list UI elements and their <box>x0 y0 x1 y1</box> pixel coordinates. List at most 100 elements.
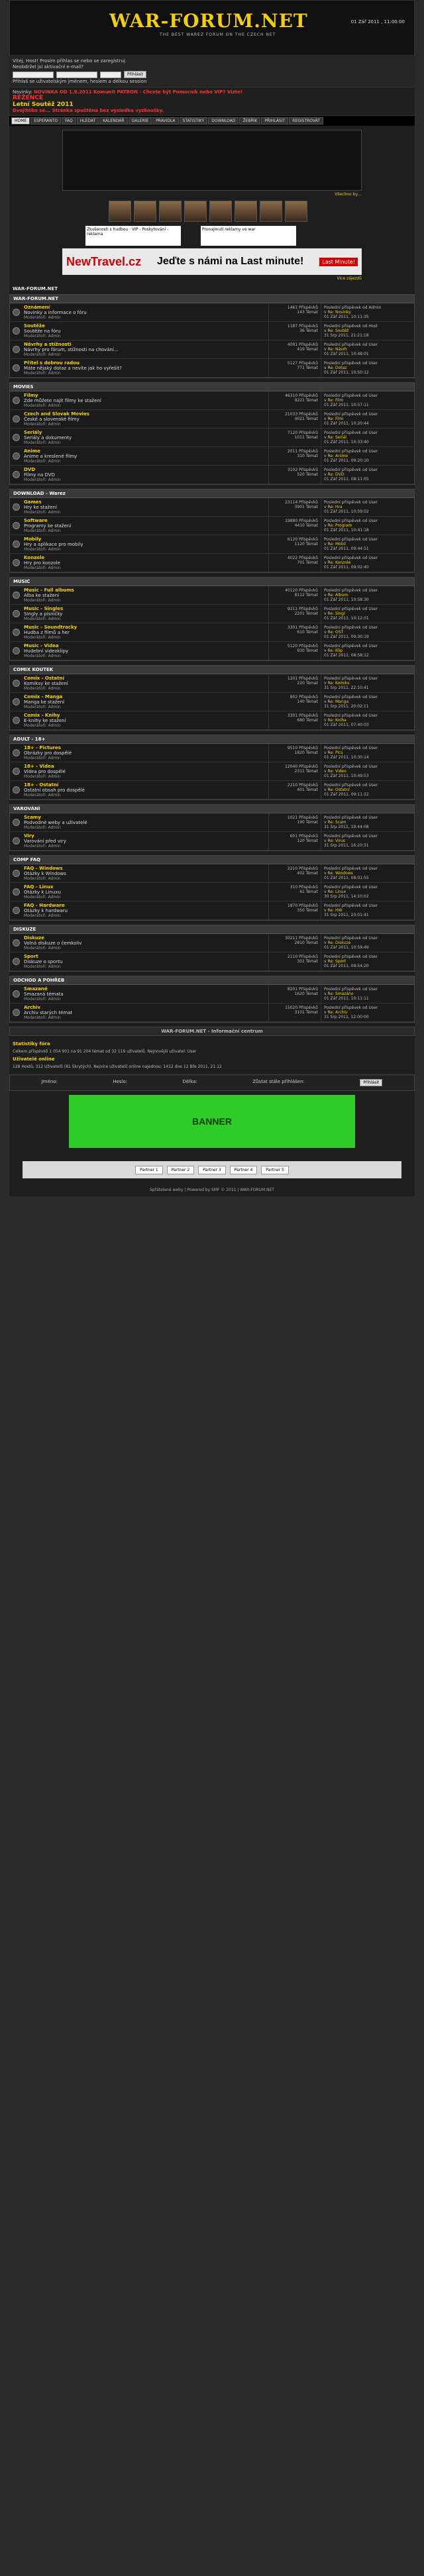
nav-login[interactable]: PŘIHLÁSIT <box>261 117 289 125</box>
forum-name[interactable]: Music - Singles <box>24 606 266 611</box>
last-post-author[interactable]: Poslední příspěvek od Admin <box>324 305 411 310</box>
thumbnail[interactable] <box>159 201 182 222</box>
forum-moderators[interactable]: Moderátoři: Admin <box>24 635 266 640</box>
last-post-topic[interactable]: v Re: Smazáno <box>324 992 411 996</box>
forum-moderators[interactable]: Moderátoři: Admin <box>24 997 266 1002</box>
forum-name[interactable]: Mobily <box>24 537 266 542</box>
forum-name[interactable]: Music - Videa <box>24 643 266 648</box>
contest-title[interactable]: Letní Soutěž 2011 <box>13 101 411 108</box>
last-post-topic[interactable]: v Re: Diskuze <box>324 941 411 945</box>
partner-logo[interactable]: Partner 2 <box>166 1165 195 1174</box>
forum-name[interactable]: Music - Full albums <box>24 588 266 593</box>
nav-esperanto[interactable]: ESPERANTO <box>30 117 62 125</box>
thumbnail[interactable] <box>285 201 307 222</box>
nav-register[interactable]: REGISTROVAT <box>289 117 323 125</box>
forum-name[interactable]: FAQ - Windows <box>24 866 266 871</box>
forum-name[interactable]: Games <box>24 499 266 505</box>
last-post-author[interactable]: Poslední příspěvek od User <box>324 361 411 366</box>
forum-moderators[interactable]: Moderátoři: Admin <box>24 1015 266 1020</box>
last-post-author[interactable]: Poslední příspěvek od User <box>324 746 411 750</box>
forum-name[interactable]: Seriály <box>24 430 266 435</box>
forum-moderators[interactable]: Moderátoři: Admin <box>24 946 266 951</box>
last-post-topic[interactable]: v Re: Program <box>324 523 411 528</box>
last-post-author[interactable]: Poslední příspěvek od User <box>324 954 411 959</box>
category-title[interactable]: DISKUZE <box>10 925 414 934</box>
forum-name[interactable]: Konzole <box>24 555 266 560</box>
category-title[interactable]: COMP FAQ <box>10 856 414 864</box>
last-post-topic[interactable]: v Re: HW <box>324 908 411 913</box>
last-post-author[interactable]: Poslední příspěvek od User <box>324 342 411 347</box>
forum-name[interactable]: Czech and Slovak Movies <box>24 411 266 417</box>
travel-banner[interactable]: NewTravel.cz Jeďte s námi na Last minute… <box>62 248 362 275</box>
forum-moderators[interactable]: Moderátoři: Admin <box>24 529 266 533</box>
forum-moderators[interactable]: Moderátoři: Admin <box>24 440 266 445</box>
last-post-author[interactable]: Poslední příspěvek od Host <box>324 324 411 329</box>
last-post-author[interactable]: Poslední příspěvek od User <box>324 783 411 788</box>
last-post-author[interactable]: Poslední příspěvek od User <box>324 556 411 560</box>
forum-moderators[interactable]: Moderátoři: Admin <box>24 422 266 427</box>
last-post-author[interactable]: Poslední příspěvek od User <box>324 1005 411 1010</box>
last-post-author[interactable]: Poslední příspěvek od User <box>324 519 411 523</box>
last-post-author[interactable]: Poslední příspěvek od User <box>324 431 411 435</box>
last-post-author[interactable]: Poslední příspěvek od User <box>324 695 411 699</box>
last-post-topic[interactable]: v Re: Novinky <box>324 310 411 315</box>
last-post-author[interactable]: Poslední příspěvek od User <box>324 607 411 611</box>
remember-me-label[interactable]: Zůstat stále přihlášen: <box>252 1079 305 1086</box>
last-post-author[interactable]: Poslední příspěvek od User <box>324 764 411 769</box>
last-post-topic[interactable]: v Re: Scam <box>324 820 411 825</box>
last-post-topic[interactable]: v Re: Film <box>324 417 411 421</box>
last-post-author[interactable]: Poslední příspěvek od User <box>324 676 411 681</box>
nav-calendar[interactable]: KALENDÁŘ <box>99 117 128 125</box>
forum-moderators[interactable]: Moderátoři: Admin <box>24 403 266 408</box>
session-length-select[interactable] <box>100 71 121 78</box>
last-post-topic[interactable]: v Re: Video <box>324 769 411 774</box>
forum-name[interactable]: Comix - Ostatní <box>24 676 266 681</box>
category-title[interactable]: ODCHOD A POHŘEB <box>10 976 414 985</box>
forum-name[interactable]: Comix - Manga <box>24 694 266 699</box>
forum-moderators[interactable]: Moderátoři: Admin <box>24 876 266 881</box>
banner-more-link[interactable]: Více zájezdů <box>62 276 362 281</box>
last-post-topic[interactable]: v Re: Návrh <box>324 347 411 352</box>
last-post-topic[interactable]: v Re: Film <box>324 398 411 403</box>
last-post-author[interactable]: Poslední příspěvek od User <box>324 393 411 398</box>
thumbnail[interactable] <box>235 201 257 222</box>
last-post-author[interactable]: Poslední příspěvek od User <box>324 834 411 839</box>
last-post-author[interactable]: Poslední příspěvek od User <box>324 625 411 630</box>
partner-logo[interactable]: Partner 1 <box>135 1165 163 1174</box>
category-title[interactable]: DOWNLOAD - Warez <box>10 489 414 498</box>
breadcrumb[interactable]: WAR-FORUM.NET <box>9 281 415 294</box>
category-title[interactable]: COMIX KOUTEK <box>10 666 414 674</box>
last-post-topic[interactable]: v Re: Kniha <box>324 718 411 723</box>
last-post-topic[interactable]: v Re: Seriál <box>324 435 411 440</box>
last-post-topic[interactable]: v Re: Pics <box>324 750 411 755</box>
last-post-author[interactable]: Poslední příspěvek od User <box>324 866 411 871</box>
text-ad[interactable]: Pronajmutí reklamy ve war <box>201 226 296 246</box>
last-post-topic[interactable]: v Re: Manga <box>324 699 411 704</box>
nav-rules[interactable]: PRAVIDLA <box>152 117 179 125</box>
thumbnail[interactable] <box>109 201 131 222</box>
last-post-topic[interactable]: v Re: Singl <box>324 611 411 616</box>
forum-name[interactable]: Software <box>24 518 266 523</box>
forum-moderators[interactable]: Moderátoři: Admin <box>24 686 266 691</box>
site-logo[interactable]: WAR-FORUM.NET <box>109 10 308 32</box>
news-text[interactable]: NOVINKA OD 1.9.2011 Komunit PATRON - Chc… <box>34 89 242 95</box>
last-post-author[interactable]: Poslední příspěvek od User <box>324 644 411 648</box>
partner-logo[interactable]: Partner 3 <box>198 1165 226 1174</box>
last-post-topic[interactable]: v Re: Archiv <box>324 1010 411 1015</box>
nav-ladder[interactable]: ŽEBŘÍK <box>239 117 261 125</box>
forum-name[interactable]: Music - Soundtracky <box>24 625 266 630</box>
nav-faq[interactable]: FAQ <box>62 117 76 125</box>
last-post-topic[interactable]: v Re: Konzole <box>324 560 411 565</box>
last-post-author[interactable]: Poslední příspěvek od User <box>324 885 411 890</box>
last-post-topic[interactable]: v Re: Linux <box>324 890 411 894</box>
last-post-topic[interactable]: v Re: Dotaz <box>324 366 411 370</box>
forum-name[interactable]: DVD <box>24 467 266 472</box>
category-title[interactable]: ADULT - 18+ <box>10 735 414 744</box>
forum-moderators[interactable]: Moderátoři: Admin <box>24 723 266 728</box>
last-post-author[interactable]: Poslední příspěvek od User <box>324 903 411 908</box>
forum-moderators[interactable]: Moderátoři: Admin <box>24 895 266 900</box>
forum-name[interactable]: FAQ - Hardware <box>24 903 266 908</box>
category-title[interactable]: WAR-FORUM.NET <box>10 295 414 303</box>
last-post-author[interactable]: Poslední příspěvek od User <box>324 449 411 454</box>
nav-home[interactable]: HOME <box>11 117 30 125</box>
